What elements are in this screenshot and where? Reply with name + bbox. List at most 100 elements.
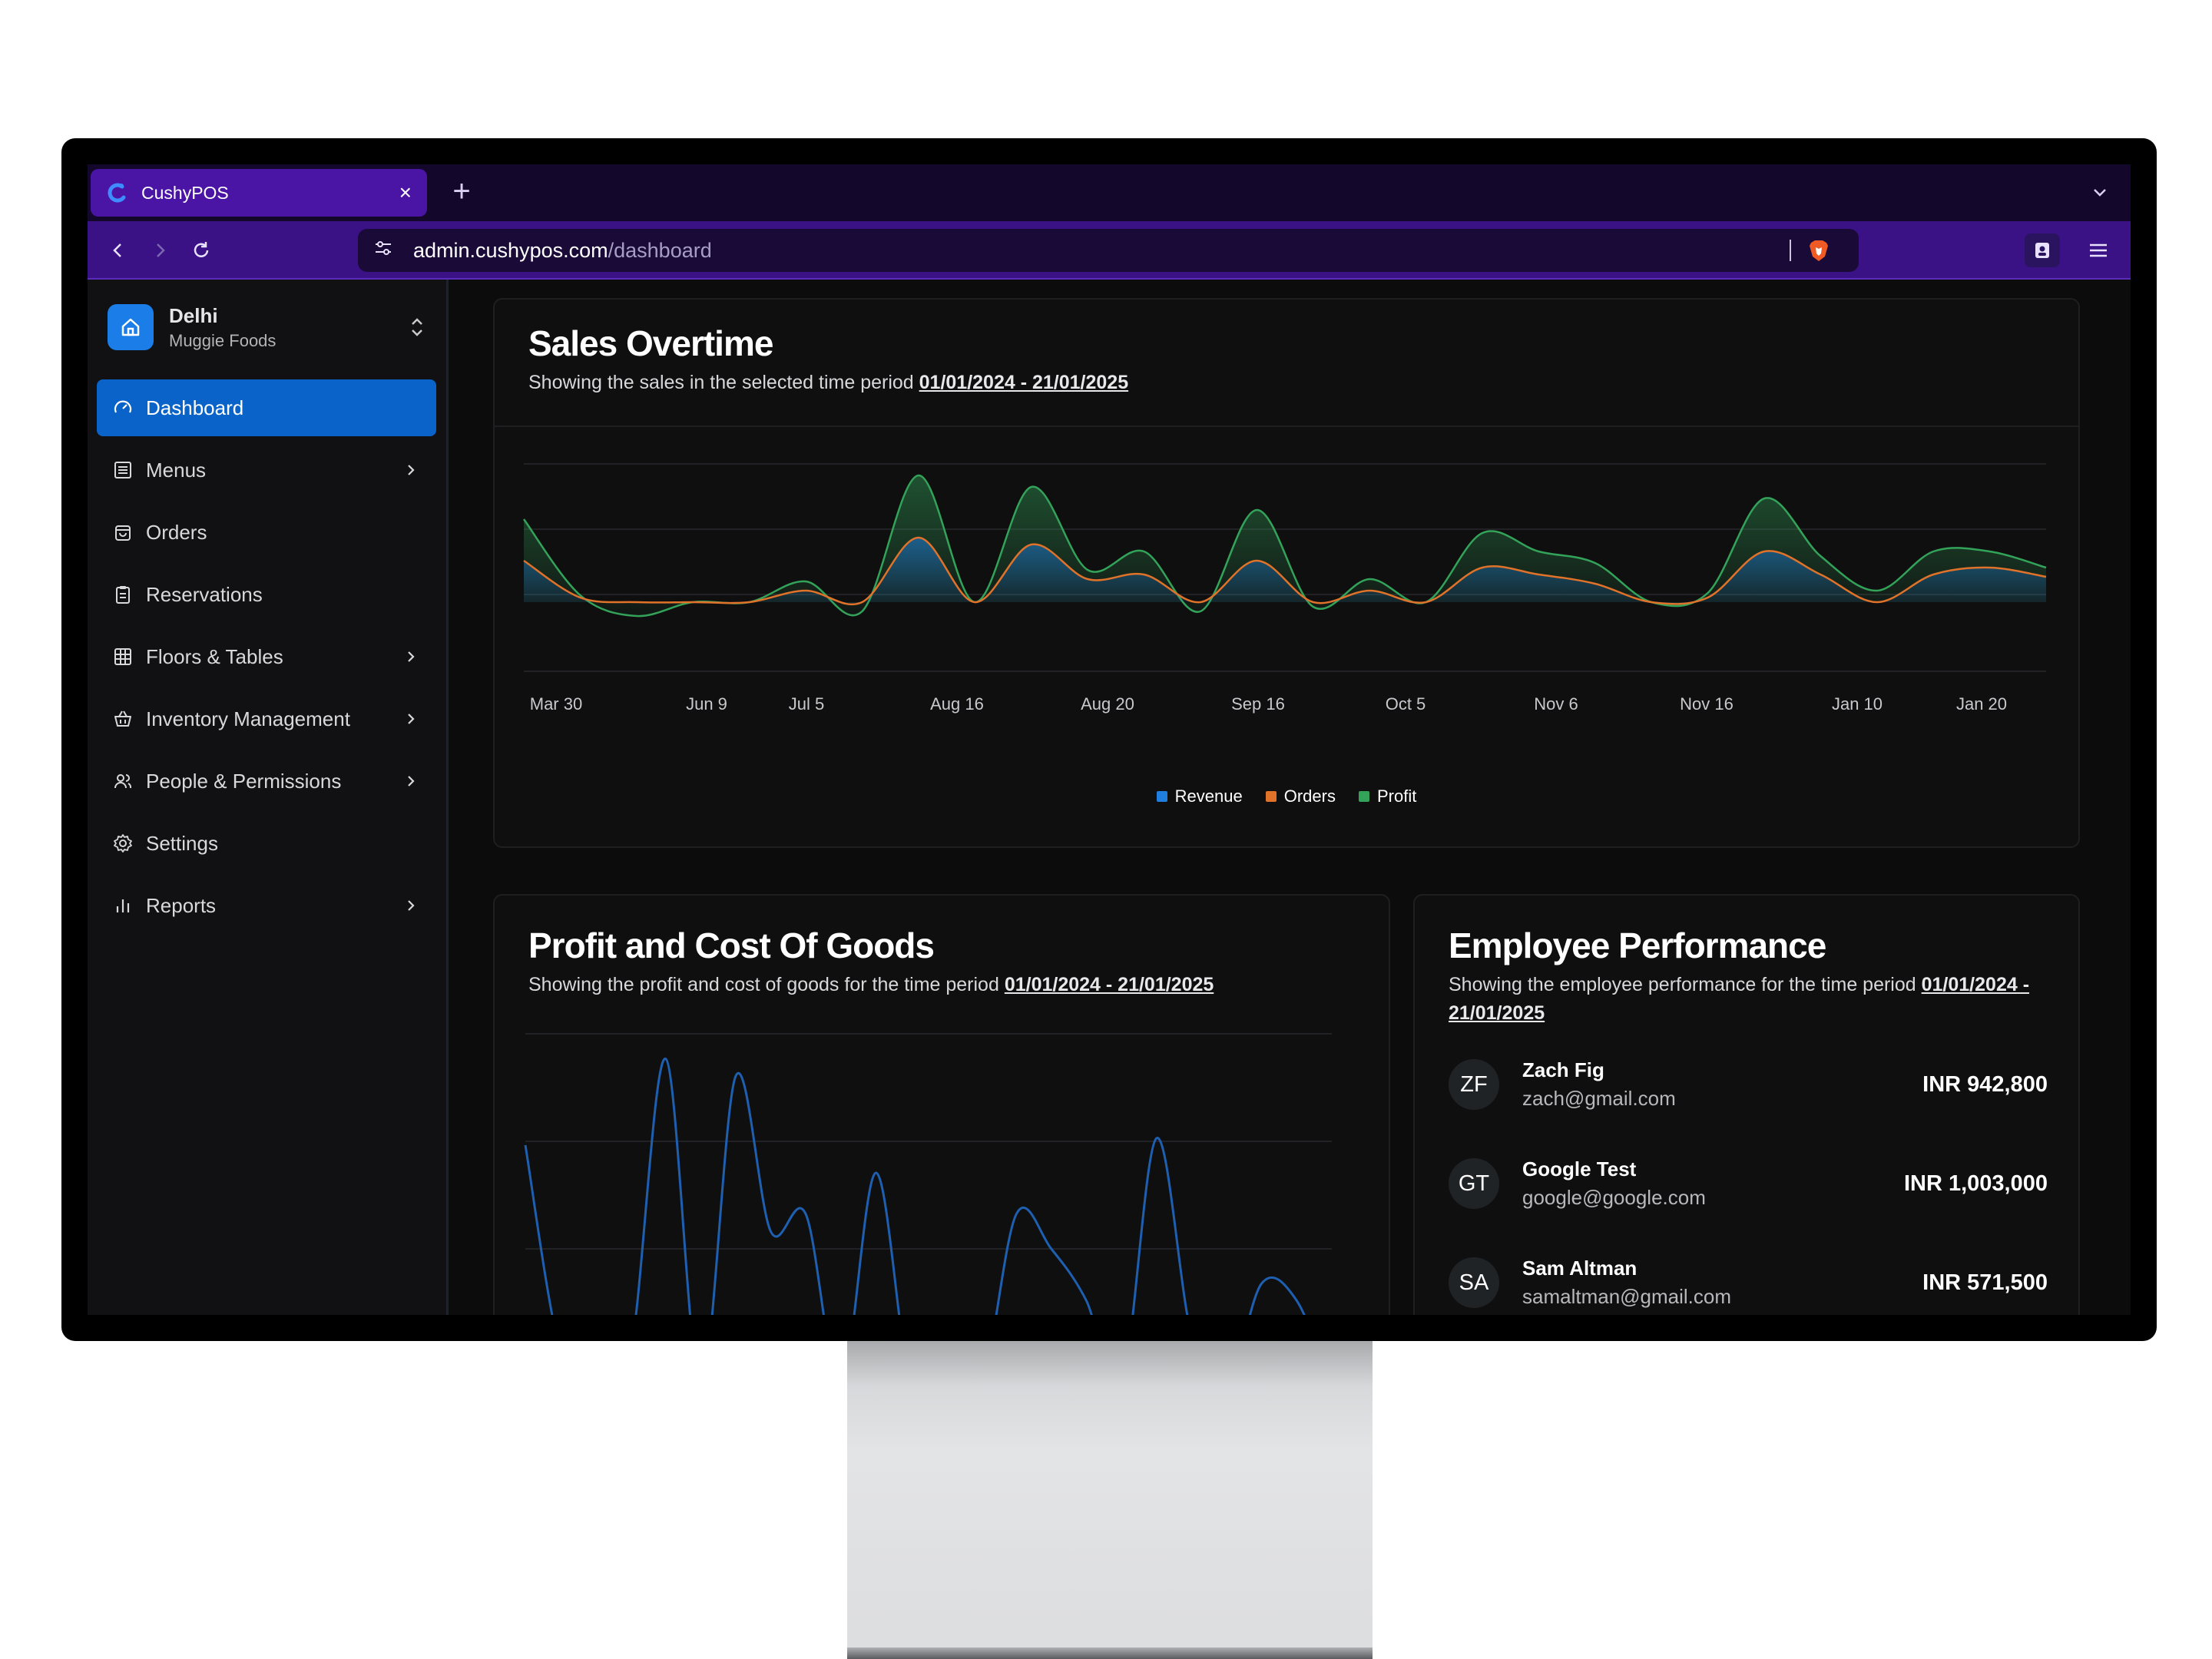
sidebar-item-reports[interactable]: Reports (97, 877, 436, 934)
browser-menu-icon[interactable] (2083, 235, 2114, 266)
sidebar-item-label: Settings (146, 831, 218, 855)
sidebar-item-label: Menus (146, 458, 207, 482)
users-icon (112, 770, 134, 792)
sidebar-item-people[interactable]: People & Permissions (97, 753, 436, 810)
legend-label: Profit (1376, 786, 1417, 806)
tab-title: CushyPOS (141, 182, 229, 203)
sales-title: Sales Overtime (528, 323, 773, 363)
back-icon[interactable] (103, 235, 134, 266)
x-tick-label: Mar 30 (530, 694, 582, 714)
x-tick-label: Sep 16 (1231, 694, 1285, 714)
sidebar-item-inventory[interactable]: Inventory Management (97, 690, 436, 747)
sidebar-nav: Dashboard Menus Orders Reservations Floo… (97, 379, 436, 939)
tab-close-icon[interactable]: × (399, 180, 412, 205)
sidebar-item-orders[interactable]: Orders (97, 504, 436, 561)
sidebar-item-dashboard[interactable]: Dashboard (97, 379, 436, 436)
x-tick-label: Aug 20 (1081, 694, 1134, 714)
extension-icon[interactable] (2025, 233, 2060, 267)
store-subtitle: Muggie Foods (169, 330, 276, 350)
employee-title: Employee Performance (1449, 926, 1826, 965)
legend-swatch (1265, 791, 1277, 802)
profit-chart (524, 1033, 1332, 1315)
sidebar-item-settings[interactable]: Settings (97, 815, 436, 872)
browser-nav-bar: admin.cushypos.com/dashboard (88, 221, 2131, 280)
gauge-icon (112, 397, 134, 419)
avatar: ZF (1449, 1059, 1499, 1110)
x-tick-label: Jan 20 (1956, 694, 2007, 714)
sidebar-item-label: Reports (146, 893, 217, 917)
grid-icon (112, 646, 134, 667)
legend-item-profit[interactable]: Profit (1358, 786, 1417, 806)
reload-icon[interactable] (186, 235, 217, 266)
sidebar-item-label: Inventory Management (146, 707, 350, 730)
menu-list-icon (112, 459, 134, 481)
employee-amount: INR 571,500 (1922, 1270, 2048, 1295)
sales-overtime-card: Sales Overtime Showing the sales in the … (493, 298, 2080, 848)
employee-row[interactable]: SA Sam Altman samaltman@gmail.com INR 57… (1449, 1252, 2048, 1313)
x-tick-label: Nov 6 (1534, 694, 1578, 714)
sidebar-item-label: Orders (146, 520, 207, 544)
address-bar[interactable]: admin.cushypos.com/dashboard (358, 229, 1859, 272)
sidebar-item-label: Dashboard (146, 396, 244, 419)
site-settings-icon[interactable] (373, 238, 393, 263)
profit-subtitle-text: Showing the profit and cost of goods for… (528, 974, 999, 995)
chevron-right-icon (401, 460, 421, 480)
employee-name: Zach Fig (1522, 1058, 1604, 1081)
brave-shield-icon[interactable] (1806, 238, 1831, 263)
sidebar-item-menus[interactable]: Menus (97, 442, 436, 498)
employee-row[interactable]: ZF Zach Fig zach@gmail.com INR 942,800 (1449, 1054, 2048, 1115)
gear-icon (112, 833, 134, 854)
x-tick-label: Nov 16 (1680, 694, 1734, 714)
sidebar-item-floors-tables[interactable]: Floors & Tables (97, 628, 436, 685)
home-icon (108, 304, 154, 350)
store-name: Delhi (169, 303, 218, 327)
main-content: Sales Overtime Showing the sales in the … (449, 280, 2131, 1315)
sidebar-item-label: Floors & Tables (146, 644, 283, 668)
employee-name: Sam Altman (1522, 1257, 1637, 1280)
forward-icon[interactable] (144, 235, 175, 266)
sales-chart: Mar 30 Jun 9 Jul 5 Aug 16 Aug 20 Sep 16 Oct 5 N… (522, 463, 2047, 714)
sidebar: Delhi Muggie Foods Dashboard Menus Order… (88, 280, 449, 1315)
chevron-right-icon (401, 896, 421, 916)
x-tick-label: Oct 5 (1386, 694, 1426, 714)
monitor-stand (847, 1341, 1373, 1659)
chevron-right-icon (401, 709, 421, 729)
chevron-up-down-icon[interactable] (406, 312, 429, 343)
employee-email: zach@gmail.com (1522, 1087, 1676, 1110)
x-tick-label: Jul 5 (789, 694, 824, 714)
new-tab-button[interactable]: + (442, 172, 481, 210)
profit-cost-card: Profit and Cost Of Goods Showing the pro… (493, 894, 1390, 1315)
employee-name: Google Test (1522, 1157, 1637, 1181)
x-tick-label: Aug 16 (930, 694, 984, 714)
url-host: admin.cushypos.com (413, 238, 608, 262)
legend-item-orders[interactable]: Orders (1265, 786, 1336, 806)
employee-amount: INR 942,800 (1922, 1071, 2048, 1097)
sidebar-item-label: People & Permissions (146, 769, 342, 793)
profit-subtitle: Showing the profit and cost of goods for… (528, 971, 1358, 999)
profit-period-link[interactable]: 01/01/2024 - 21/01/2025 (1005, 974, 1214, 995)
monitor-stand-foot (847, 1647, 1373, 1659)
monitor-stand-shadow (847, 1341, 1373, 1387)
browser-tab-bar: CushyPOS × + (88, 164, 2131, 221)
profit-line (524, 1057, 1306, 1315)
legend-item-revenue[interactable]: Revenue (1156, 786, 1243, 806)
chevron-right-icon (401, 771, 421, 791)
sales-subtitle: Showing the sales in the selected time p… (528, 369, 1128, 397)
employee-amount: INR 1,003,000 (1903, 1171, 2048, 1196)
legend-label: Revenue (1174, 786, 1243, 806)
browser-tab[interactable]: CushyPOS × (91, 169, 427, 217)
employee-email: samaltman@gmail.com (1522, 1285, 1732, 1308)
avatar: GT (1449, 1158, 1499, 1209)
sidebar-item-reservations[interactable]: Reservations (97, 566, 436, 623)
legend-swatch (1156, 791, 1167, 802)
legend-swatch (1358, 791, 1369, 802)
cushypos-logo-icon (106, 181, 129, 204)
chevron-down-icon[interactable] (2085, 177, 2115, 207)
employee-email: google@google.com (1522, 1186, 1706, 1209)
employee-row[interactable]: GT Google Test google@google.com INR 1,0… (1449, 1153, 2048, 1214)
sidebar-item-label: Reservations (146, 582, 263, 606)
sales-period-link[interactable]: 01/01/2024 - 21/01/2025 (919, 372, 1128, 393)
screen: CushyPOS × + admin.cushypos.com/dashboar… (88, 164, 2131, 1315)
store-switcher[interactable]: Delhi Muggie Foods (108, 303, 429, 352)
avatar: SA (1449, 1257, 1499, 1308)
